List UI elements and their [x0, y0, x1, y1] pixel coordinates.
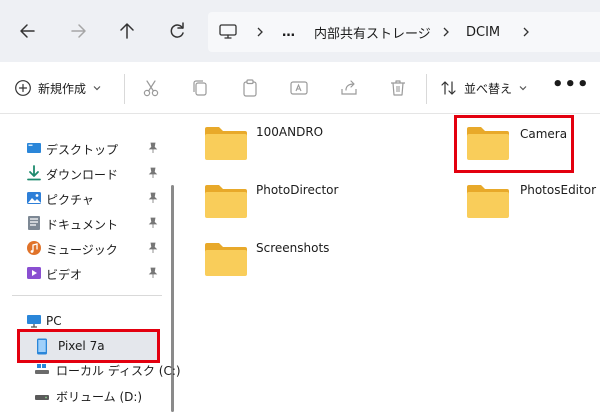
- sidebar-item-label: ローカル ディスク (C:): [56, 364, 181, 378]
- delete-button[interactable]: [386, 76, 410, 100]
- folder-photoseditor[interactable]: PhotosEditor: [466, 183, 596, 219]
- drive-icon: [34, 361, 50, 377]
- sidebar-divider: [12, 295, 162, 296]
- plus-circle-icon: [14, 79, 32, 97]
- sidebar-item-volume-d[interactable]: ボリューム (D:): [0, 383, 168, 407]
- paste-icon: [243, 79, 257, 97]
- download-icon: [26, 165, 42, 181]
- sidebar-item-videos[interactable]: ビデオ: [0, 261, 168, 285]
- documents-icon: [26, 215, 42, 231]
- breadcrumb-internal-storage[interactable]: 内部共有ストレージ: [314, 12, 431, 52]
- refresh-icon: [170, 22, 184, 38]
- music-icon: [26, 240, 42, 256]
- sidebar-item-label: ダウンロード: [46, 168, 119, 182]
- toolbar-divider: [124, 74, 125, 104]
- drive-icon: [34, 387, 50, 403]
- up-button[interactable]: [113, 17, 141, 45]
- arrow-right-icon: [71, 24, 86, 38]
- sidebar-item-music[interactable]: ミュージック: [0, 236, 168, 260]
- sidebar-item-downloads[interactable]: ダウンロード: [0, 161, 168, 185]
- delete-icon: [391, 80, 405, 96]
- copy-icon: [193, 80, 207, 96]
- sidebar-item-desktop[interactable]: デスクトップ: [0, 136, 168, 160]
- chevron-right-icon: [520, 12, 532, 52]
- folder-view: 100ANDRO Camera PhotoDirector PhotosEdit…: [180, 115, 600, 412]
- new-button-label: 新規作成: [38, 81, 87, 96]
- cut-button[interactable]: [139, 76, 163, 100]
- command-bar: 新規作成 並べ替え •••: [0, 62, 600, 114]
- sidebar-item-pictures[interactable]: ピクチャ: [0, 186, 168, 210]
- pin-icon[interactable]: [146, 191, 160, 205]
- breadcrumb-dcim[interactable]: DCIM: [466, 12, 500, 52]
- sort-button[interactable]: 並べ替え: [440, 74, 528, 102]
- sidebar-item-label: デスクトップ: [46, 143, 119, 157]
- rename-icon: [290, 81, 308, 95]
- sidebar-item-label: ビデオ: [46, 268, 83, 282]
- chevron-down-icon: [92, 83, 102, 93]
- camera-highlight-box: [454, 115, 574, 173]
- arrow-left-icon: [20, 24, 35, 38]
- sidebar-item-label: ドキュメント: [46, 218, 119, 232]
- sidebar-item-label: ボリューム (D:): [56, 390, 143, 404]
- pin-icon[interactable]: [146, 216, 160, 230]
- share-button[interactable]: [337, 76, 361, 100]
- folder-label: Screenshots: [256, 241, 330, 255]
- pin-icon[interactable]: [146, 241, 160, 255]
- new-button[interactable]: 新規作成: [14, 74, 102, 102]
- videos-icon: [26, 265, 42, 281]
- chevron-right-icon: [254, 12, 266, 52]
- refresh-button[interactable]: [163, 17, 191, 45]
- forward-button[interactable]: [64, 17, 92, 45]
- pin-icon[interactable]: [146, 266, 160, 280]
- arrow-up-icon: [120, 23, 134, 39]
- pin-icon[interactable]: [146, 141, 160, 155]
- back-button[interactable]: [14, 17, 42, 45]
- cut-icon: [143, 80, 159, 97]
- sort-icon: [440, 79, 458, 97]
- sidebar-item-label: ミュージック: [46, 243, 118, 257]
- folder-screenshots[interactable]: Screenshots: [204, 241, 329, 277]
- breadcrumb-ellipsis[interactable]: …: [282, 12, 296, 52]
- folder-icon: [204, 125, 248, 161]
- sidebar-item-label: PC: [46, 314, 62, 328]
- navigation-bar: … 内部共有ストレージ DCIM: [0, 0, 600, 62]
- chevron-right-icon: [440, 12, 452, 52]
- desktop-icon: [26, 140, 42, 156]
- sidebar-item-documents[interactable]: ドキュメント: [0, 211, 168, 235]
- folder-icon: [466, 183, 510, 219]
- copy-button[interactable]: [188, 76, 212, 100]
- pictures-icon: [26, 190, 42, 206]
- more-options-button[interactable]: •••: [552, 76, 589, 98]
- monitor-icon[interactable]: [218, 12, 238, 52]
- address-bar[interactable]: … 内部共有ストレージ DCIM: [208, 12, 600, 52]
- folder-label: 100ANDRO: [256, 125, 324, 139]
- toolbar-divider: [426, 74, 427, 104]
- paste-button[interactable]: [238, 76, 262, 100]
- pc-icon: [26, 313, 42, 329]
- folder-icon: [204, 241, 248, 277]
- folder-100andro[interactable]: 100ANDRO: [204, 125, 323, 161]
- folder-icon: [204, 183, 248, 219]
- folder-photodirector[interactable]: PhotoDirector: [204, 183, 338, 219]
- folder-label: PhotoDirector: [256, 183, 339, 197]
- chevron-down-icon: [518, 83, 528, 93]
- navigation-pane: デスクトップ ダウンロード ピクチャ ドキュメント ミュージック ビデオ PC …: [0, 115, 181, 412]
- folder-label: PhotosEditor: [520, 183, 596, 197]
- rename-button[interactable]: [287, 76, 311, 100]
- sidebar-item-local-disk-c[interactable]: ローカル ディスク (C:): [0, 357, 181, 381]
- sidebar-item-label: ピクチャ: [46, 193, 94, 207]
- pin-icon[interactable]: [146, 166, 160, 180]
- sort-button-label: 並べ替え: [464, 81, 513, 96]
- share-icon: [341, 80, 357, 95]
